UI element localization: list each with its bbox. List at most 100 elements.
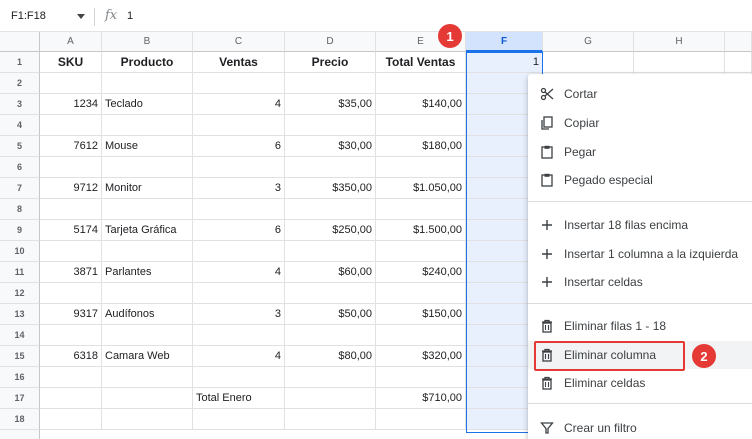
row-header-2[interactable]: 2	[0, 73, 40, 94]
cell-b16[interactable]	[102, 367, 193, 388]
cell-g1[interactable]	[543, 52, 634, 73]
cell-e8[interactable]	[376, 199, 466, 220]
column-header-next[interactable]	[725, 32, 752, 52]
row-header-4[interactable]: 4	[0, 115, 40, 136]
cell-a17[interactable]	[40, 388, 102, 409]
cell-e2[interactable]	[376, 73, 466, 94]
cell-a9[interactable]: 5174	[40, 220, 102, 241]
row-header-7[interactable]: 7	[0, 178, 40, 199]
row-header-15[interactable]: 15	[0, 346, 40, 367]
row-header-partial[interactable]	[0, 430, 40, 439]
cell-a6[interactable]	[40, 157, 102, 178]
cell-f1[interactable]: 1	[466, 52, 543, 73]
cell-d7[interactable]: $350,00	[285, 178, 376, 199]
menu-item-crear-un-filtro[interactable]: Crear un filtro	[528, 414, 752, 439]
cell-c9[interactable]: 6	[193, 220, 285, 241]
cell-e11[interactable]: $240,00	[376, 262, 466, 283]
cell-a10[interactable]	[40, 241, 102, 262]
cell-e13[interactable]: $150,00	[376, 304, 466, 325]
cell-d16[interactable]	[285, 367, 376, 388]
row-header-11[interactable]: 11	[0, 262, 40, 283]
menu-item-insertar-celdas[interactable]: Insertar celdas	[528, 268, 752, 296]
cell-c11[interactable]: 4	[193, 262, 285, 283]
cell-c17[interactable]: Total Enero	[193, 388, 285, 409]
row-header-17[interactable]: 17	[0, 388, 40, 409]
cell-b3[interactable]: Teclado	[102, 94, 193, 115]
column-header-b[interactable]: B	[102, 32, 193, 52]
cell-a7[interactable]: 9712	[40, 178, 102, 199]
cell-b9[interactable]: Tarjeta Gráfica	[102, 220, 193, 241]
cell-a3[interactable]: 1234	[40, 94, 102, 115]
cell-b4[interactable]	[102, 115, 193, 136]
cell-b10[interactable]	[102, 241, 193, 262]
row-header-14[interactable]: 14	[0, 325, 40, 346]
cell-e10[interactable]	[376, 241, 466, 262]
column-header-f[interactable]: F	[466, 32, 543, 52]
cell-e15[interactable]: $320,00	[376, 346, 466, 367]
cell-c3[interactable]: 4	[193, 94, 285, 115]
column-header-c[interactable]: C	[193, 32, 285, 52]
cell-e12[interactable]	[376, 283, 466, 304]
row-header-9[interactable]: 9	[0, 220, 40, 241]
cell-c6[interactable]	[193, 157, 285, 178]
cell-partial[interactable]	[725, 52, 752, 73]
cell-d18[interactable]	[285, 409, 376, 430]
cell-c14[interactable]	[193, 325, 285, 346]
cell-a18[interactable]	[40, 409, 102, 430]
cell-e17[interactable]: $710,00	[376, 388, 466, 409]
cell-d11[interactable]: $60,00	[285, 262, 376, 283]
cell-b12[interactable]	[102, 283, 193, 304]
cell-b8[interactable]	[102, 199, 193, 220]
cell-d9[interactable]: $250,00	[285, 220, 376, 241]
cell-a15[interactable]: 6318	[40, 346, 102, 367]
cell-c2[interactable]	[193, 73, 285, 94]
cell-b5[interactable]: Mouse	[102, 136, 193, 157]
cell-d6[interactable]	[285, 157, 376, 178]
cell-b11[interactable]: Parlantes	[102, 262, 193, 283]
cell-b14[interactable]	[102, 325, 193, 346]
cell-a12[interactable]	[40, 283, 102, 304]
cell-a16[interactable]	[40, 367, 102, 388]
menu-item-cortar[interactable]: Cortar	[528, 80, 752, 108]
cell-a4[interactable]	[40, 115, 102, 136]
cell-c4[interactable]	[193, 115, 285, 136]
row-header-8[interactable]: 8	[0, 199, 40, 220]
cell-d1[interactable]: Precio	[285, 52, 376, 73]
menu-item-copiar[interactable]: Copiar	[528, 109, 752, 137]
cell-c12[interactable]	[193, 283, 285, 304]
cell-e3[interactable]: $140,00	[376, 94, 466, 115]
cell-d10[interactable]	[285, 241, 376, 262]
cell-c15[interactable]: 4	[193, 346, 285, 367]
cell-c13[interactable]: 3	[193, 304, 285, 325]
cell-e1[interactable]: Total Ventas	[376, 52, 466, 73]
cell-a13[interactable]: 9317	[40, 304, 102, 325]
cell-d12[interactable]	[285, 283, 376, 304]
cell-d14[interactable]	[285, 325, 376, 346]
cell-a14[interactable]	[40, 325, 102, 346]
cell-e14[interactable]	[376, 325, 466, 346]
cell-e9[interactable]: $1.500,00	[376, 220, 466, 241]
menu-item-pegado-especial[interactable]: Pegado especial	[528, 166, 752, 194]
menu-item-eliminar-celdas[interactable]: Eliminar celdas	[528, 369, 752, 397]
cell-a2[interactable]	[40, 73, 102, 94]
row-header-12[interactable]: 12	[0, 283, 40, 304]
chevron-down-icon[interactable]	[77, 14, 85, 19]
cell-c10[interactable]	[193, 241, 285, 262]
cell-b1[interactable]: Producto	[102, 52, 193, 73]
menu-item-insertar-18-filas-encima[interactable]: Insertar 18 filas encima	[528, 211, 752, 239]
row-header-18[interactable]: 18	[0, 409, 40, 430]
cell-c8[interactable]	[193, 199, 285, 220]
row-header-5[interactable]: 5	[0, 136, 40, 157]
cell-a8[interactable]	[40, 199, 102, 220]
cell-d5[interactable]: $30,00	[285, 136, 376, 157]
select-all-corner[interactable]	[0, 32, 40, 52]
cell-b13[interactable]: Audífonos	[102, 304, 193, 325]
cell-a5[interactable]: 7612	[40, 136, 102, 157]
row-header-6[interactable]: 6	[0, 157, 40, 178]
cell-e16[interactable]	[376, 367, 466, 388]
column-header-a[interactable]: A	[40, 32, 102, 52]
cell-e7[interactable]: $1.050,00	[376, 178, 466, 199]
cell-b6[interactable]	[102, 157, 193, 178]
cell-c7[interactable]: 3	[193, 178, 285, 199]
column-header-h[interactable]: H	[634, 32, 725, 52]
